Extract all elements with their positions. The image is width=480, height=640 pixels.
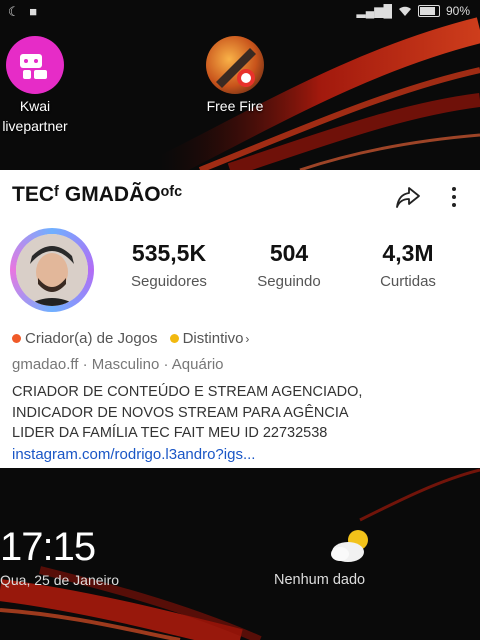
chevron-right-icon: › — [245, 331, 250, 346]
stat-value: 4,3M — [382, 240, 434, 266]
likes-stat[interactable]: 4,3M Curtidas — [366, 240, 450, 290]
profile-bio: CRIADOR DE CONTEÚDO E STREAM AGENCIADO, … — [12, 382, 472, 444]
profile-name: TECᶠ GMADÃOᵒᶠᶜ — [12, 183, 183, 206]
badge-tag[interactable]: Distintivo — [183, 330, 244, 347]
bio-line: CRIADOR DE CONTEÚDO E STREAM AGENCIADO, — [12, 384, 363, 400]
followers-stat[interactable]: 535,5K Seguidores — [120, 240, 218, 290]
status-bar: ☾ ■ ▂▄▆█ 90% — [0, 0, 480, 24]
partly-cloudy-icon[interactable] — [330, 528, 374, 564]
video-icon: ■ — [29, 4, 38, 19]
profile-link[interactable]: instagram.com/rodrigo.l3andro?igs... — [12, 446, 255, 463]
battery-fill — [419, 7, 436, 15]
battery-icon — [417, 5, 440, 17]
status-left: ☾ ■ — [8, 4, 37, 20]
app-free-fire[interactable]: Free Fire — [185, 36, 285, 116]
avatar — [16, 234, 88, 306]
free-fire-icon — [206, 36, 264, 94]
weather-text[interactable]: Nenhum dado — [274, 572, 365, 588]
stat-label: Seguindo — [257, 273, 321, 290]
stat-value: 504 — [269, 240, 309, 266]
status-right: ▂▄▆█ 90% — [357, 4, 471, 18]
app-label: Free Fire — [206, 98, 264, 114]
avatar-frame[interactable] — [10, 228, 94, 312]
following-stat[interactable]: 504 Seguindo — [244, 240, 334, 290]
profile-tags: Criador(a) de Jogos Distintivo › — [12, 330, 249, 347]
profile-meta: gmadao.ff · Masculino · Aquário — [12, 356, 224, 373]
stat-label: Seguidores — [131, 273, 207, 290]
battery-percent: 90% — [445, 4, 470, 18]
app-label-line2: livepartner — [2, 118, 68, 134]
bio-line: INDICADOR DE NOVOS STREAM PARA AGÊNCIA — [12, 404, 349, 421]
clock-date: Qua, 25 de Janeiro — [0, 572, 120, 588]
clock-time: 17:15 — [0, 525, 96, 569]
badge-dot-icon — [169, 334, 179, 343]
more-options-icon[interactable] — [446, 184, 462, 210]
app-kwai[interactable]: Kwai livepartner — [0, 36, 85, 136]
share-icon[interactable] — [395, 184, 421, 210]
moon-icon: ☾ — [8, 4, 20, 19]
stat-value: 535,5K — [131, 240, 207, 266]
wifi-icon — [398, 6, 411, 16]
bio-line: LIDER DA FAMÍLIA TEC FAIT MEU ID 2273253… — [12, 425, 328, 441]
kwai-logo-icon — [6, 36, 64, 94]
stat-label: Curtidas — [380, 273, 436, 290]
app-label: Kwai — [19, 98, 51, 114]
signal-icon: ▂▄▆█ — [356, 4, 392, 18]
creator-dot-icon — [12, 334, 21, 343]
creator-tag[interactable]: Criador(a) de Jogos — [25, 330, 158, 347]
profile-card[interactable]: TECᶠ GMADÃOᵒᶠᶜ 535,5K Seguidores 504 Seg… — [0, 170, 480, 468]
